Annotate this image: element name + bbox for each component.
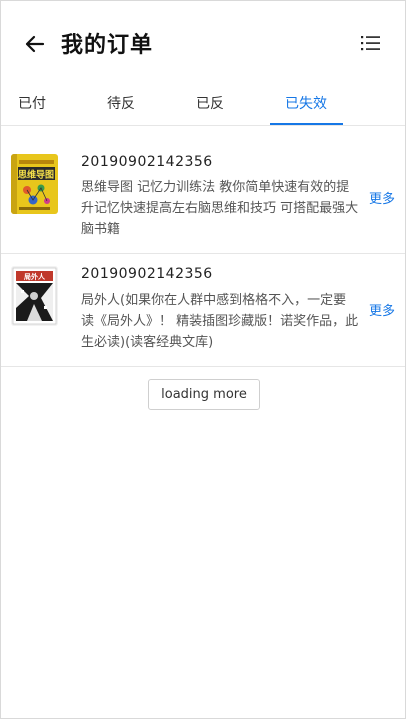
menu-button[interactable] (357, 29, 385, 57)
back-button[interactable] (21, 29, 51, 59)
order-item[interactable]: 思维导图 20190902142356 思维导图 记忆力训练法 教你简单快速有效… (1, 126, 405, 254)
tab-rebated[interactable]: 已反 (174, 93, 246, 113)
tab-pending-rebate[interactable]: 待反 (85, 93, 157, 113)
order-number: 20190902142356 (81, 154, 213, 170)
header: 我的订单 (1, 1, 405, 83)
svg-text:局外人: 局外人 (24, 272, 46, 281)
arrow-left-icon (25, 35, 45, 53)
tab-expired[interactable]: 已失效 (270, 93, 342, 113)
the-stranger-book-cover: 局外人 (11, 266, 58, 326)
book-cover-image: 局外人 (11, 266, 58, 326)
order-item[interactable]: 局外人 20190902142356 局外人(如果你在人群中感到格格不入，一定要… (1, 254, 405, 367)
active-tab-indicator (270, 123, 343, 125)
mind-map-book-cover: 思维导图 (11, 154, 58, 214)
order-number: 20190902142356 (81, 266, 213, 282)
order-description: 思维导图 记忆力训练法 教你简单快速有效的提升记忆快速提高左右脑思维和技巧 可搭… (81, 180, 359, 237)
svg-text:思维导图: 思维导图 (18, 169, 54, 181)
tab-paid[interactable]: 已付 (1, 93, 68, 113)
load-more-button[interactable]: loading more (148, 379, 260, 410)
book-cover-image: 思维导图 (11, 154, 58, 214)
app-frame: 我的订单 已付 待反 已反 已失效 思维导图 20190902142356 思维… (0, 0, 406, 719)
list-icon (361, 36, 380, 51)
order-tabs: 已付 待反 已反 已失效 (1, 83, 405, 126)
more-link[interactable]: 更多 (369, 188, 395, 207)
order-description: 局外人(如果你在人群中感到格格不入，一定要读《局外人》！ 精装插图珍藏版！诺奖作… (81, 293, 359, 350)
more-link[interactable]: 更多 (369, 300, 395, 319)
page-title: 我的订单 (61, 33, 154, 58)
